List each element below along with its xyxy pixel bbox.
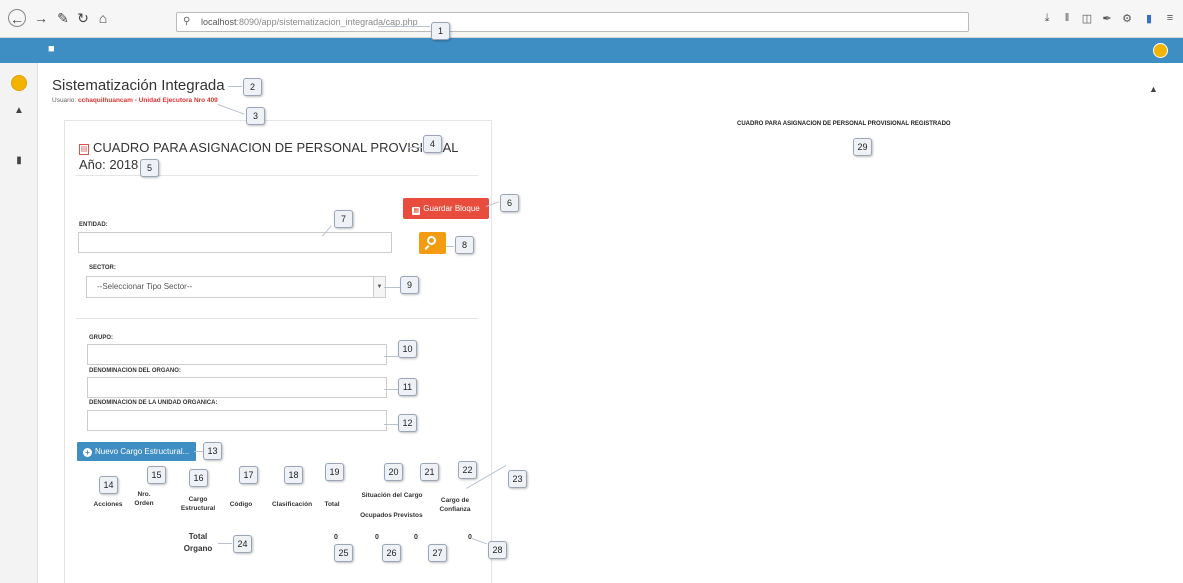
header-situacion: Situación del Cargo — [361, 492, 423, 499]
home-icon[interactable]: ▲ — [1149, 84, 1158, 94]
total-organo-label: Total Organo — [183, 532, 213, 553]
callout-marker: 22 — [458, 461, 477, 479]
forward-icon[interactable]: → — [32, 9, 50, 27]
user-prefix: Usuario: — [52, 97, 79, 104]
url-bar[interactable]: ⚲ localhost:8090/app/sistematizacion_int… — [176, 12, 969, 32]
callout-marker: 15 — [147, 466, 166, 484]
callout-marker: 4 — [423, 135, 442, 153]
year-label: Año: 2018 — [79, 157, 139, 172]
save-block-button[interactable]: ▦ Guardar Bloque — [403, 198, 489, 219]
sidebar-icon[interactable]: ◫ — [1080, 12, 1094, 25]
callout-marker: 3 — [246, 107, 265, 125]
divider — [76, 175, 478, 176]
extension-icon[interactable]: ⚙ — [1120, 12, 1134, 25]
avatar[interactable] — [11, 75, 27, 91]
header-nro-orden[interactable]: Nro. Orden — [131, 490, 157, 508]
callout-marker: 2 — [243, 78, 262, 96]
organo-input[interactable] — [87, 377, 387, 398]
header-previstos[interactable]: Previstos — [388, 511, 428, 520]
entidad-input[interactable] — [78, 232, 392, 253]
magnifier-icon — [427, 236, 436, 245]
reload-icon[interactable]: ↻ — [74, 9, 92, 27]
sector-label: SECTOR: — [89, 265, 116, 271]
sector-select[interactable]: --Seleccionar Tipo Sector-- ▼ — [86, 276, 386, 298]
unidad-label: DENOMINACION DE LA UNIDAD ORGANICA: — [89, 400, 218, 406]
header-cargo-estructural[interactable]: Cargo Estructural — [176, 495, 220, 513]
back-icon[interactable]: ← — [8, 9, 26, 27]
entidad-label: ENTIDAD: — [79, 222, 108, 228]
callout-marker: 7 — [334, 210, 353, 228]
total-value: 0 — [334, 534, 338, 541]
brush-icon[interactable]: ✒ — [1100, 12, 1114, 25]
app-header: ■ — [0, 38, 1183, 63]
callout-marker: 21 — [420, 463, 439, 481]
grupo-label: GRUPO: — [89, 335, 113, 341]
unidad-input[interactable] — [87, 410, 387, 431]
callout-marker: 23 — [508, 470, 527, 488]
ocupados-value: 0 — [375, 534, 379, 541]
document-icon[interactable]: ▮ — [12, 155, 26, 166]
browser-toolbar: ← → ✎ ↻ ⌂ ⚲ localhost:8090/app/sistemati… — [0, 0, 1183, 38]
url-host: localhost — [201, 17, 237, 27]
form-title: ▤ CUADRO PARA ASIGNACION DE PERSONAL PROV… — [79, 140, 459, 155]
sector-selected: --Seleccionar Tipo Sector-- — [97, 282, 193, 291]
form-title-text: CUADRO PARA ASIGNACION DE PERSONAL PROVI… — [93, 140, 459, 155]
search-button[interactable] — [419, 232, 446, 254]
callout-marker: 27 — [428, 544, 447, 562]
header-clasificacion[interactable]: Clasificación — [268, 500, 316, 509]
home-icon[interactable]: ⌂ — [94, 9, 112, 27]
hamburger-icon[interactable]: ■ — [48, 43, 55, 55]
plus-icon: + — [83, 448, 92, 457]
callout-marker: 11 — [398, 378, 417, 396]
bookmark-icon[interactable]: ▮ — [1142, 12, 1156, 25]
save-icon: ▦ — [412, 207, 421, 215]
callout-marker: 24 — [233, 535, 252, 553]
header-confianza[interactable]: Cargo de Confianza — [436, 496, 474, 514]
callout-marker: 8 — [455, 236, 474, 254]
previstos-value: 0 — [414, 534, 418, 541]
avatar-icon[interactable] — [1153, 43, 1168, 58]
header-acciones[interactable]: Acciones — [90, 500, 126, 509]
callout-marker: 28 — [488, 541, 507, 559]
callout-marker: 29 — [853, 138, 872, 156]
callout-marker: 13 — [203, 442, 222, 460]
pdf-icon[interactable]: ▤ — [79, 144, 89, 155]
callout-marker: 20 — [384, 463, 403, 481]
callout-marker: 19 — [325, 463, 344, 481]
save-block-label: Guardar Bloque — [423, 204, 480, 213]
callout-marker: 26 — [382, 544, 401, 562]
callout-marker: 18 — [284, 466, 303, 484]
user-info: Usuario: cchaquilhuancam - Unidad Ejecut… — [52, 97, 218, 104]
download-icon[interactable]: ⤓ — [1040, 12, 1054, 25]
organo-label: DENOMINACION DEL ORGANO: — [89, 368, 181, 374]
header-codigo[interactable]: Código — [226, 500, 256, 509]
sidebar: ▲ ▮ — [0, 63, 38, 583]
library-icon[interactable]: ‖ — [1060, 12, 1074, 24]
callout-marker: 1 — [431, 22, 450, 40]
page-title: Sistematización Integrada — [52, 77, 225, 94]
callout-marker: 5 — [140, 159, 159, 177]
dashboard-icon[interactable]: ▲ — [12, 105, 26, 116]
divider — [76, 318, 478, 319]
header-total[interactable]: Total — [320, 500, 344, 509]
wrench-icon[interactable]: ✎ — [54, 9, 72, 27]
new-cargo-label: Nuevo Cargo Estructural... — [95, 447, 190, 456]
callout-marker: 16 — [189, 469, 208, 487]
callout-marker: 12 — [398, 414, 417, 432]
search-icon: ⚲ — [183, 16, 191, 27]
user-name: cchaquilhuancam - Unidad Ejecutora Nro 4… — [78, 97, 218, 104]
callout-marker: 17 — [239, 466, 258, 484]
registered-heading: CUADRO PARA ASIGNACION DE PERSONAL PROVI… — [737, 121, 951, 127]
callout-marker: 10 — [398, 340, 417, 358]
new-cargo-button[interactable]: + Nuevo Cargo Estructural... — [77, 442, 196, 461]
menu-icon[interactable]: ≡ — [1163, 12, 1177, 24]
grupo-input[interactable] — [87, 344, 387, 365]
callout-marker: 6 — [500, 194, 519, 212]
callout-marker: 14 — [99, 476, 118, 494]
callout-marker: 25 — [334, 544, 353, 562]
screen: ← → ✎ ↻ ⌂ ⚲ localhost:8090/app/sistemati… — [0, 0, 1183, 583]
callout-marker: 9 — [400, 276, 419, 294]
